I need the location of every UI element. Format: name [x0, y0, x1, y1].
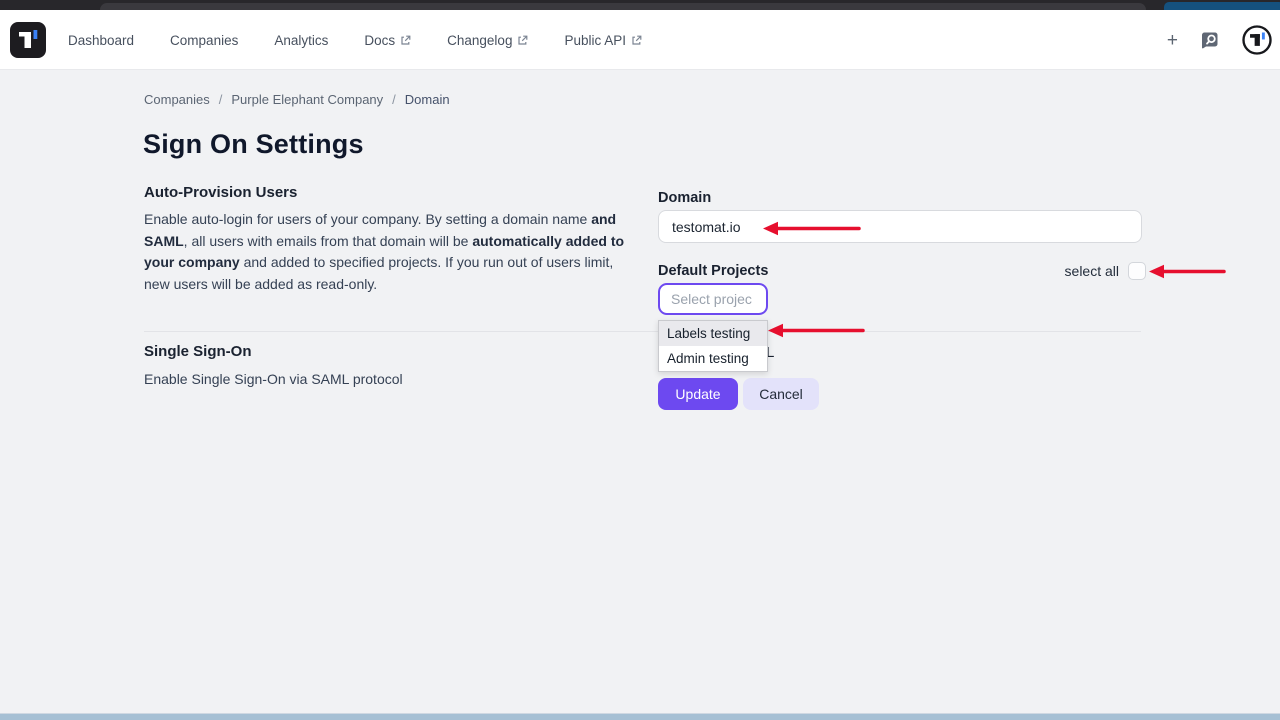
nav-item-public-api[interactable]: Public API	[564, 33, 642, 48]
domain-input-arrow	[763, 220, 862, 237]
nav-item-label: Companies	[170, 33, 238, 48]
nav-item-companies[interactable]: Companies	[170, 33, 238, 48]
nav-item-analytics[interactable]: Analytics	[274, 33, 328, 48]
testomat-logo[interactable]	[10, 22, 46, 58]
nav-item-docs[interactable]: Docs	[364, 33, 411, 48]
navbar-right: +	[1167, 10, 1272, 70]
breadcrumb: Companies / Purple Elephant Company / Do…	[144, 92, 450, 107]
default-projects-row: Default Projects select all	[658, 262, 1146, 280]
nav-item-label: Dashboard	[68, 33, 134, 48]
domain-input[interactable]	[658, 210, 1142, 243]
breadcrumb-separator: /	[219, 92, 223, 107]
select-all-group: select all	[1065, 262, 1146, 280]
browser-tab-shape	[100, 3, 1146, 10]
breadcrumb-domain[interactable]: Domain	[405, 92, 450, 107]
select-all-checkbox[interactable]	[1128, 262, 1146, 280]
auto-provision-heading: Auto-Provision Users	[144, 184, 297, 201]
single-sign-on-description: Enable Single Sign-On via SAML protocol	[144, 369, 636, 391]
breadcrumb-separator: /	[392, 92, 396, 107]
dropdown-option-admin-testing[interactable]: Admin testing	[659, 346, 767, 371]
project-select-input[interactable]	[658, 283, 768, 315]
section-divider	[144, 331, 1141, 332]
browser-chrome-bottom	[0, 713, 1280, 720]
nav-item-label: Public API	[564, 33, 626, 48]
select-all-label: select all	[1065, 263, 1119, 279]
plus-icon[interactable]: +	[1167, 31, 1178, 50]
dropdown-option-labels-testing[interactable]: Labels testing	[659, 321, 767, 346]
external-link-icon	[631, 35, 642, 46]
external-link-icon	[517, 35, 528, 46]
project-dropdown: Labels testing Admin testing	[658, 320, 768, 372]
browser-blue-button[interactable]	[1164, 2, 1280, 10]
nav-item-label: Analytics	[274, 33, 328, 48]
nav-item-changelog[interactable]: Changelog	[447, 33, 528, 48]
dropdown-option-arrow	[768, 322, 866, 339]
browser-chrome-top	[0, 0, 1280, 10]
sign-on-settings-page: Dashboard Companies Analytics Docs Chang…	[0, 0, 1280, 720]
user-avatar[interactable]	[1242, 25, 1272, 55]
search-bubble-icon[interactable]	[1200, 30, 1220, 50]
breadcrumb-company-name[interactable]: Purple Elephant Company	[231, 92, 383, 107]
top-navbar: Dashboard Companies Analytics Docs Chang…	[0, 10, 1280, 70]
update-button[interactable]: Update	[658, 378, 738, 410]
page-title: Sign On Settings	[143, 129, 364, 160]
cancel-button[interactable]: Cancel	[743, 378, 819, 410]
nav-item-label: Changelog	[447, 33, 512, 48]
single-sign-on-heading: Single Sign-On	[144, 343, 252, 360]
domain-label: Domain	[658, 190, 711, 206]
default-projects-label: Default Projects	[658, 263, 768, 279]
nav-item-label: Docs	[364, 33, 395, 48]
nav-item-dashboard[interactable]: Dashboard	[68, 33, 134, 48]
external-link-icon	[400, 35, 411, 46]
breadcrumb-companies[interactable]: Companies	[144, 92, 210, 107]
testomat-logo-glyph	[10, 22, 46, 58]
auto-provision-description: Enable auto-login for users of your comp…	[144, 209, 636, 295]
select-all-arrow	[1149, 263, 1227, 280]
nav-links: Dashboard Companies Analytics Docs Chang…	[68, 10, 642, 70]
